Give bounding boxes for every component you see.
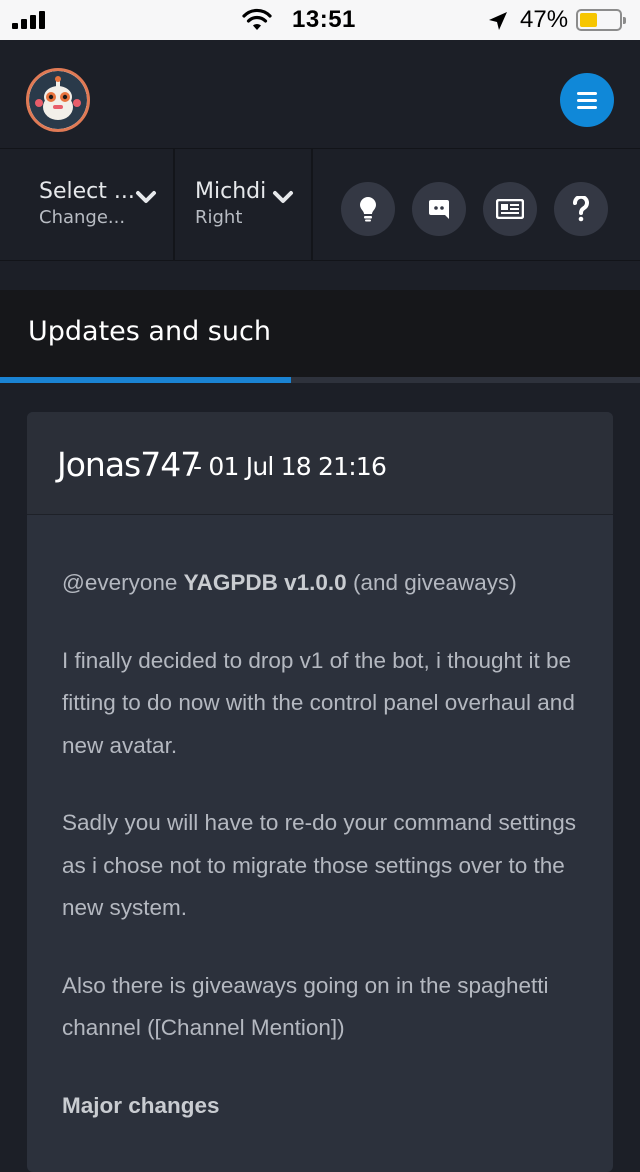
toolbar-divider <box>311 149 313 261</box>
progress-fill <box>0 377 292 383</box>
date-text: 01 Jul 18 21:16 <box>208 452 387 481</box>
clock: 13:51 <box>292 6 356 33</box>
post-paragraph: Also there is giveaways going on in the … <box>62 972 549 1041</box>
post-intro: @everyone YAGPDB v1.0.0 (and giveaways) <box>62 562 592 605</box>
top-navbar <box>0 41 640 147</box>
news-icon <box>496 199 524 219</box>
location-arrow-icon <box>489 12 507 30</box>
wifi-icon <box>242 8 272 30</box>
battery-percent: 47% <box>520 6 569 33</box>
section-header: Updates and such <box>0 290 640 378</box>
help-icon <box>573 196 589 222</box>
hamburger-menu-icon <box>577 91 597 95</box>
news-post-card: Jonas747 - 01 Jul 18 21:16 @everyone YAG… <box>27 412 613 1172</box>
user-select-sublabel: Right <box>195 207 243 228</box>
bot-avatar-icon[interactable] <box>26 68 90 132</box>
discord-icon <box>429 200 449 219</box>
post-paragraph: Sadly you will have to re-do your comman… <box>62 810 576 920</box>
mention-everyone: @everyone <box>62 570 178 595</box>
battery-fill <box>580 13 597 27</box>
server-select-label: Select ... <box>39 179 135 204</box>
post-date: - 01 Jul 18 21:16 <box>193 452 387 481</box>
version-title: YAGPDB v1.0.0 <box>183 570 347 595</box>
user-select-label: Michdi <box>195 179 267 204</box>
date-separator: - <box>193 452 202 481</box>
lightbulb-icon <box>360 197 376 222</box>
server-select-sublabel: Change... <box>39 207 126 228</box>
chevron-down-icon <box>273 191 293 203</box>
page-progress-bar <box>0 377 640 383</box>
post-subheading: Major changes <box>62 1085 592 1128</box>
section-title: Updates and such <box>28 316 271 347</box>
status-bar: 13:51 47% <box>0 0 640 40</box>
toolbar: Select ... Change... Michdi Right <box>0 148 640 261</box>
post-header: Jonas747 - 01 Jul 18 21:16 <box>27 412 613 515</box>
post-paragraph: I finally decided to drop v1 of the bot,… <box>62 647 575 758</box>
server-select-dropdown[interactable]: Select ... Change... <box>0 149 173 261</box>
news-button[interactable] <box>483 182 537 236</box>
battery-icon <box>576 9 626 31</box>
post-author: Jonas747 <box>57 445 201 484</box>
major-changes-heading: Major changes <box>62 1092 220 1118</box>
cellular-signal-icon <box>12 11 48 29</box>
lightbulb-button[interactable] <box>341 182 395 236</box>
menu-button[interactable] <box>560 73 614 127</box>
discord-button[interactable] <box>412 182 466 236</box>
intro-suffix: (and giveaways) <box>352 570 517 595</box>
chevron-down-icon <box>136 191 156 203</box>
user-select-dropdown[interactable]: Michdi Right <box>175 149 311 261</box>
help-button[interactable] <box>554 182 608 236</box>
post-body: @everyone YAGPDB v1.0.0 (and giveaways) … <box>62 562 592 1162</box>
